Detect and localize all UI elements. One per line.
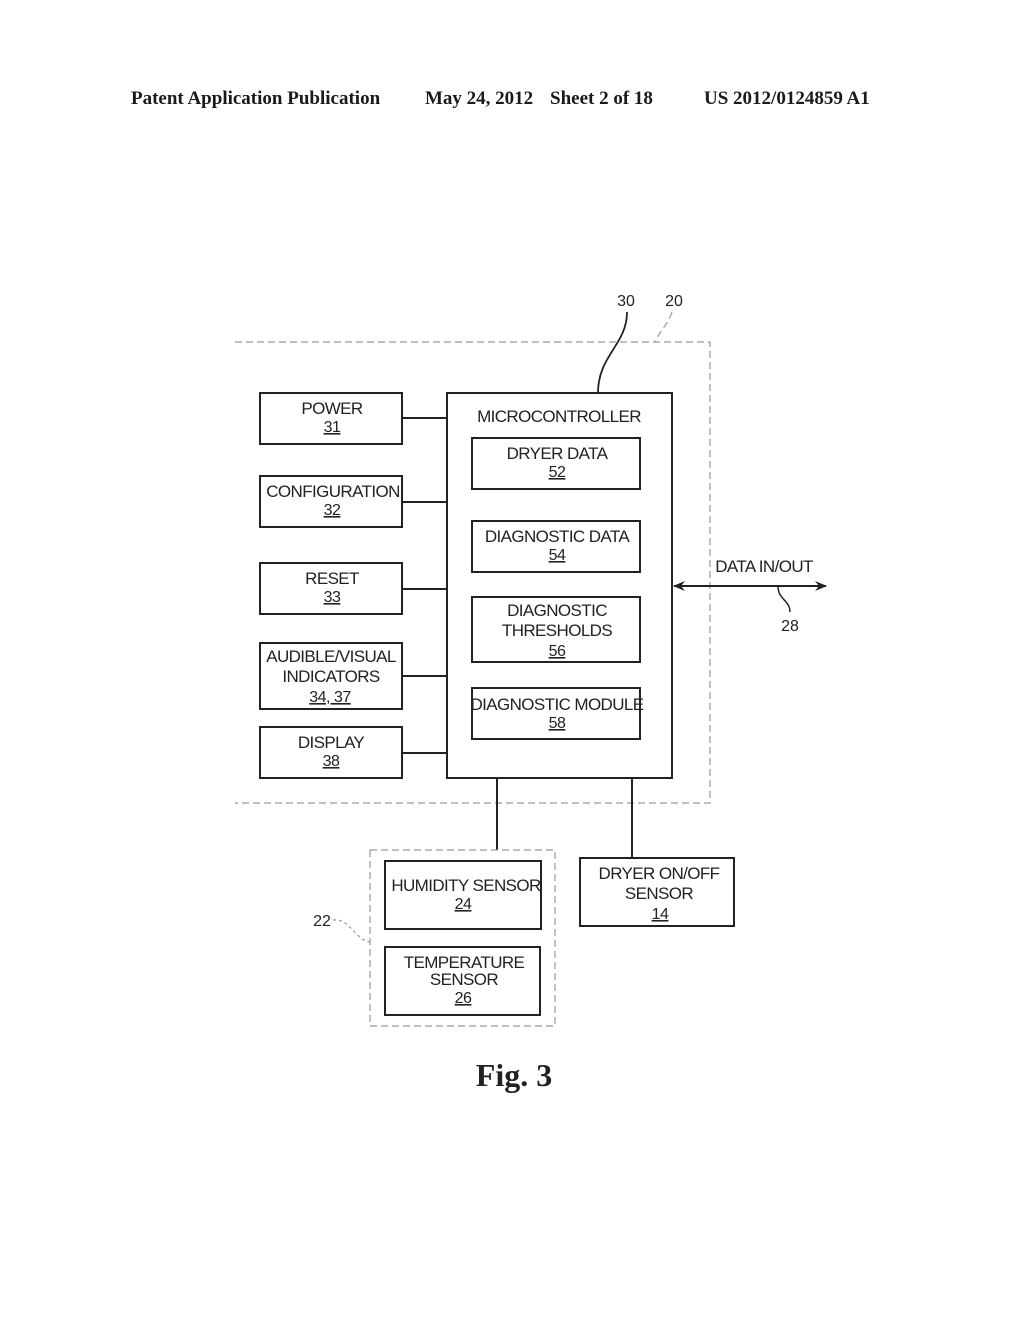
callout-28: 28: [781, 618, 799, 635]
sensor-box: [384, 860, 542, 930]
module-diagnostic-module: DIAGNOSTIC MODULE 58: [470, 687, 644, 740]
module-ref: 56: [549, 643, 566, 660]
module-label-line1: DIAGNOSTIC: [507, 601, 607, 620]
block-ref: 34, 37: [309, 689, 351, 706]
module-diagnostic-thresholds: DIAGNOSTIC THRESHOLDS 56: [471, 596, 641, 663]
sensor-label-line2: SENSOR: [625, 884, 694, 903]
sensor-label-line2: SENSOR: [430, 970, 499, 989]
data-io-label: DATA IN/OUT: [715, 557, 813, 576]
callout-22: 22: [313, 913, 331, 930]
module-diagnostic-data: DIAGNOSTIC DATA 54: [471, 520, 641, 573]
module-label-line2: THRESHOLDS: [502, 621, 612, 640]
block-label: DISPLAY: [298, 733, 365, 752]
sensor-dryer-on-off: DRYER ON/OFF SENSOR 14: [579, 857, 735, 927]
sensor-ref: 26: [455, 990, 472, 1007]
sensor-label-line1: DRYER ON/OFF: [599, 864, 720, 883]
module-label: DIAGNOSTIC MODULE: [470, 695, 643, 714]
module-label: DRYER DATA: [507, 444, 609, 463]
block-display: DISPLAY 38: [259, 726, 447, 779]
block-ref: 31: [324, 419, 341, 436]
callout-30: 30: [617, 293, 635, 310]
figure-caption: Fig. 3: [476, 1057, 552, 1093]
module-ref: 54: [549, 547, 566, 564]
callout-20: 20: [665, 293, 683, 310]
sensor-temperature: TEMPERATURE SENSOR 26: [384, 946, 541, 1016]
module-label: DIAGNOSTIC DATA: [485, 527, 631, 546]
leader-20: [654, 311, 673, 343]
leader-28: [777, 585, 791, 613]
block-audible-visual-indicators: AUDIBLE/VISUAL INDICATORS 34, 37: [259, 642, 447, 710]
sensor-ref: 14: [652, 906, 669, 923]
block-label: CONFIGURATION: [266, 482, 400, 501]
block-power: POWER 31: [259, 392, 447, 445]
block-label: RESET: [305, 569, 359, 588]
block-ref: 38: [323, 753, 340, 770]
block-label: POWER: [301, 399, 363, 418]
module-ref: 52: [549, 464, 566, 481]
sensor-label: HUMIDITY SENSOR: [391, 876, 541, 895]
block-ref: 32: [324, 502, 341, 519]
sensor-ref: 24: [455, 896, 472, 913]
block-diagram: 20 30 MICROCONTROLLER DRYER DATA 52 DIAG…: [235, 293, 827, 1093]
module-ref: 58: [549, 715, 566, 732]
module-dryer-data: DRYER DATA 52: [471, 437, 641, 490]
block-reset: RESET 33: [259, 562, 447, 615]
microcontroller-title: MICROCONTROLLER: [477, 407, 641, 426]
block-configuration: CONFIGURATION 32: [259, 475, 447, 528]
block-label-line2: INDICATORS: [282, 667, 380, 686]
leader-22: [332, 919, 371, 943]
block-ref: 33: [324, 589, 341, 606]
block-label-line1: AUDIBLE/VISUAL: [266, 647, 396, 666]
leader-30: [597, 311, 628, 394]
sensor-humidity: HUMIDITY SENSOR 24: [384, 860, 542, 930]
